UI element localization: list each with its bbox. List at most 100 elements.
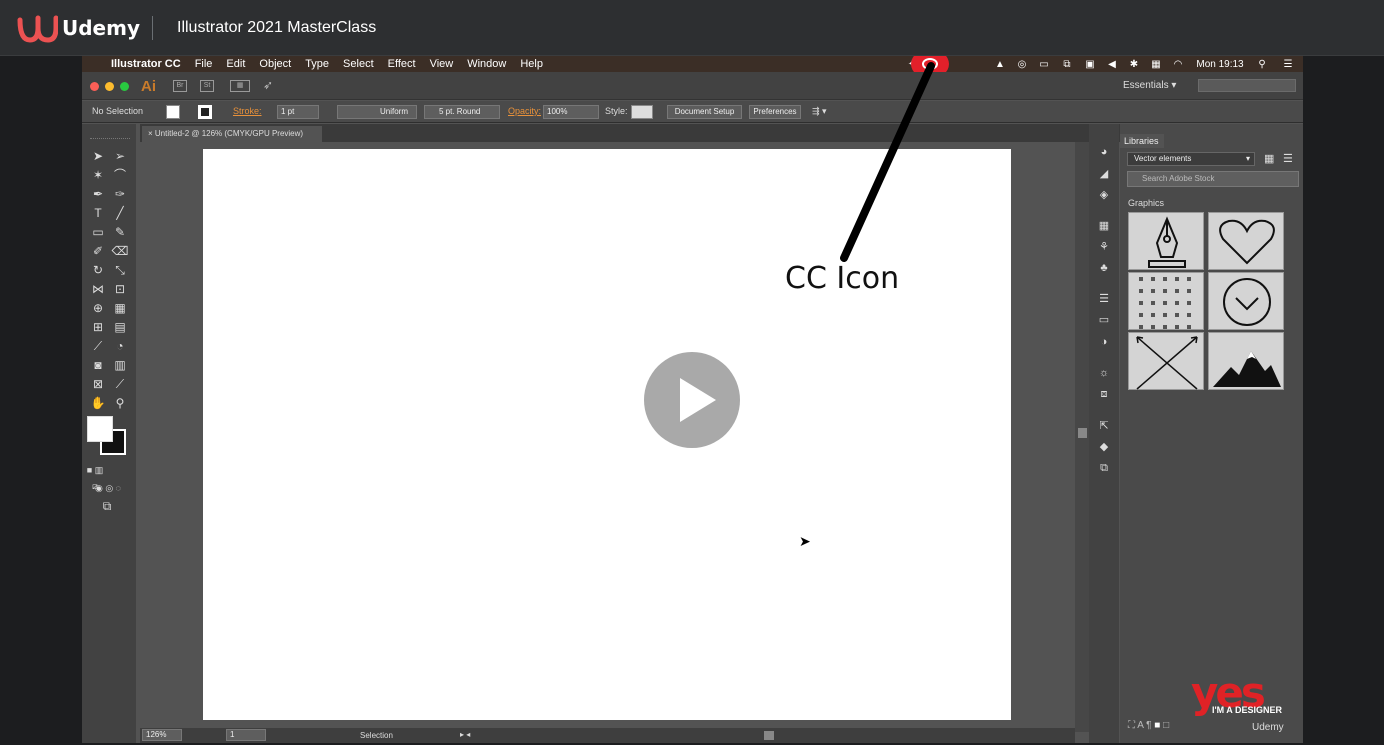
graphic-styles-icon: ⧈ [1100, 388, 1108, 400]
close-window-icon [90, 82, 99, 91]
libraries-tab: Libraries [1120, 134, 1164, 148]
ai-logo: Ai [141, 78, 156, 95]
shaper-tool-icon: ✐ [92, 244, 104, 258]
hand-tool-icon: ✋ [90, 396, 106, 410]
color-panel-icon: ◕ [1100, 146, 1108, 158]
course-title[interactable]: Illustrator 2021 MasterClass [177, 19, 376, 37]
menu-edit: Edit [226, 58, 246, 70]
menu-effect: Effect [387, 58, 416, 70]
export-panel-icon: ⇱ [1099, 420, 1109, 432]
menu-window: Window [467, 58, 507, 70]
vertical-scrollbar [1075, 142, 1089, 732]
menu-clock: Mon 19:13 [1196, 58, 1244, 70]
symbols-panel-icon: ♣ [1100, 262, 1108, 274]
udemy-logo-icon [17, 15, 58, 43]
list-view-icon: ☰ [1283, 153, 1293, 165]
preferences-button: Preferences [749, 105, 801, 119]
color-guide-icon: ◢ [1099, 168, 1109, 180]
creative-cloud-icon [922, 58, 938, 70]
document-tab: × Untitled-2 @ 126% (CMYK/GPU Preview) [142, 126, 322, 142]
graphic-style-swatch [631, 105, 653, 119]
stroke-label: Stroke: [233, 106, 262, 116]
minimize-window-icon [105, 82, 114, 91]
bluetooth-icon: ✱ [1129, 58, 1139, 70]
perspective-grid-tool-icon: ▦ [114, 301, 126, 315]
udemy-logo[interactable]: Udemy [16, 12, 140, 44]
display-icon: ▣ [1085, 58, 1095, 70]
width-tool-icon: ⋈ [92, 282, 104, 296]
gradient-tool-icon: ▤ [114, 320, 126, 334]
menu-app-name: Illustrator CC [111, 58, 181, 70]
pen-nib-graphic [1128, 212, 1204, 270]
status-arrow-icon: ▸ ◂ [460, 730, 471, 739]
libraries-panel: Libraries Vector elements ▾ ▦ ☰ Search Ad… [1120, 124, 1303, 743]
screen-capture-icon: ⧉ [1063, 58, 1071, 70]
annotation-label: CC Icon [785, 261, 900, 296]
selection-tool-icon: ➤ [92, 149, 104, 163]
shape-builder-tool-icon: ⊕ [92, 301, 104, 315]
status-bar: 126% 1 Selection ▸ ◂ [140, 728, 1075, 743]
icon-set-graphic [1128, 272, 1204, 330]
zoom-window-icon [120, 82, 129, 91]
scale-tool-icon: ⤡ [115, 263, 125, 277]
rectangle-tool-icon: ▭ [92, 225, 104, 239]
crossed-arrows-graphic [1128, 332, 1204, 390]
opacity-label: Opacity: [508, 106, 542, 116]
document-setup-button: Document Setup [667, 105, 742, 119]
column-graph-tool-icon: ▥ [114, 358, 126, 372]
type-tool-icon: T [94, 206, 102, 220]
menu-select: Select [343, 58, 374, 70]
eraser-tool-icon: ⌫ [111, 244, 129, 258]
chevron-circle-graphic [1208, 272, 1284, 330]
library-select-value: Vector elements [1134, 154, 1192, 163]
control-bar: No Selection Stroke: 1 pt Uniform 5 pt. … [82, 101, 1303, 123]
curvature-tool-icon: ✑ [114, 187, 126, 201]
swatches-panel-icon: ▦ [1098, 220, 1110, 232]
canvas-area [140, 142, 1075, 732]
video-player[interactable]: Illustrator CC File Edit Object Type Sel… [0, 56, 1384, 745]
brush-definition: 5 pt. Round [424, 105, 500, 119]
layers-panel-icon: ◆ [1099, 441, 1109, 453]
vertical-scroll-thumb [1078, 428, 1087, 438]
heart-graphic [1208, 212, 1284, 270]
tools-panel: ➤ ➢ ✶ ⌒ ✒ ✑ T ╱ ▭ ✎ ✐ ⌫ ↻ ⤡ ⋈ ⊡ ⊕ ▦ ⊞ ▤ … [82, 124, 136, 743]
tools-panel-grip [90, 138, 130, 141]
mountains-graphic [1208, 332, 1284, 390]
variable-width-profile: Uniform [337, 105, 417, 119]
align-options-icon: ⇶ ▾ [812, 106, 827, 116]
document-tab-title: Untitled-2 @ 126% (CMYK/GPU Preview) [154, 129, 304, 138]
pen-tool-icon: ✒ [92, 187, 104, 201]
bridge-button: Br [173, 80, 187, 92]
menu-file: File [194, 58, 213, 70]
symbol-sprayer-tool-icon: ◙ [94, 358, 102, 372]
blend-tool-icon: ◔ [116, 339, 124, 353]
paintbrush-tool-icon: ✎ [114, 225, 126, 239]
style-label: Style: [605, 106, 628, 116]
current-tool-status: Selection [360, 731, 393, 740]
stroke-color-swatch [198, 105, 212, 119]
eyedropper-tool-icon: ⟋ [93, 339, 103, 353]
artboards-panel-icon: ⧉ [1100, 462, 1108, 474]
play-button[interactable] [644, 352, 740, 448]
menu-view: View [429, 58, 454, 70]
header-divider [152, 16, 153, 40]
color-mode-icons: ■ ▥ ⧄ [86, 465, 104, 491]
stock-button: St [200, 80, 214, 92]
line-tool-icon: ╱ [116, 206, 124, 220]
workspace-label: Essentials [1123, 80, 1169, 91]
lasso-tool-icon: ⌒ [113, 168, 126, 182]
udemy-wordmark: Udemy [62, 16, 140, 40]
menu-extras: ✦ b ▲ ◎ ▭ ⧉ ▣ ◀ ✱ ▦ ◠ Mon 19:13 ⚲ ☰ [901, 56, 1303, 72]
udemy-header: Udemy Illustrator 2021 MasterClass [0, 0, 1384, 56]
grid-view-icon: ▦ [1264, 153, 1275, 165]
libraries-panel-icon: ◈ [1099, 189, 1109, 201]
mountains-icon [1213, 351, 1281, 387]
zoom-level-field: 126% [142, 729, 182, 741]
chevron-down-icon: ▾ [1245, 154, 1250, 163]
stock-search-field: Search Adobe Stock [1127, 171, 1299, 187]
panel-icon-column: ◕ ◢ ◈ ▦ ⚘ ♣ ☰ ▭ ◑ ☼ ⧈ ⇱ ◆ ⧉ [1089, 124, 1119, 743]
stroke-weight-field: 1 pt [277, 105, 319, 119]
menu-help: Help [520, 58, 543, 70]
menu-type: Type [305, 58, 330, 70]
opacity-field: 100% [543, 105, 599, 119]
